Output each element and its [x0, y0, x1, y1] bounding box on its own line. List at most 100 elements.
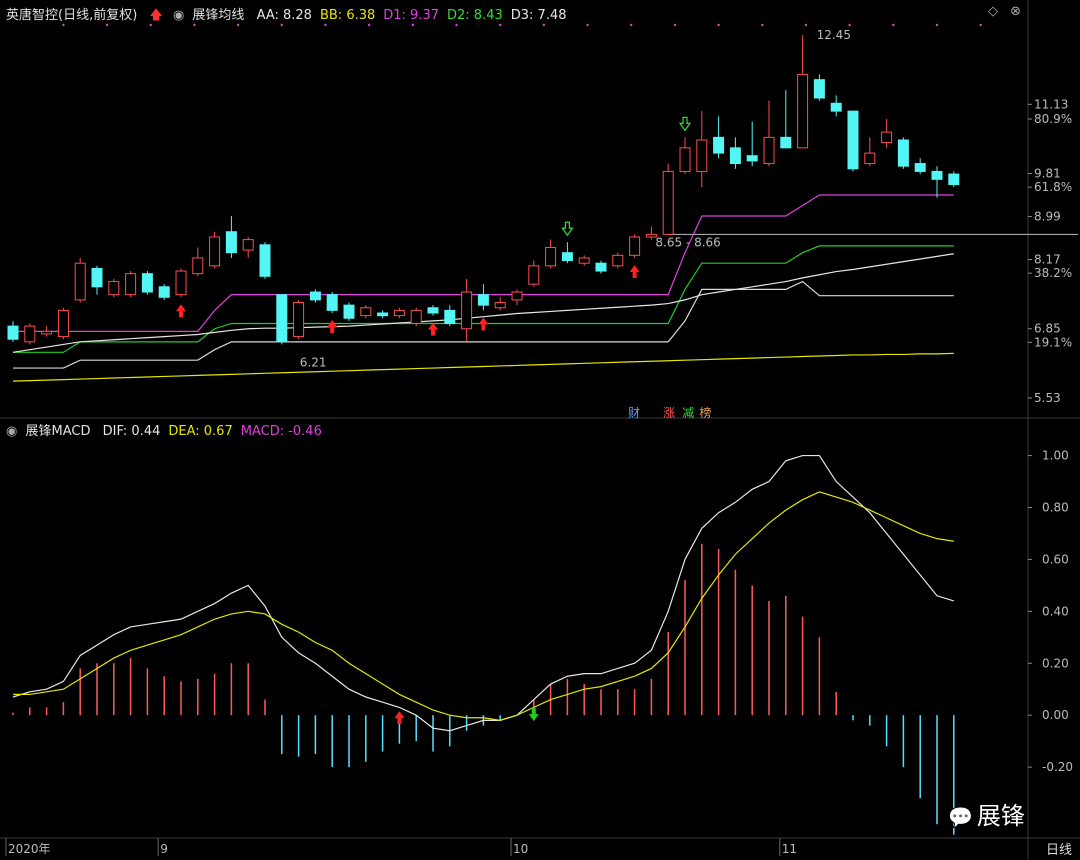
price-label: 8.99	[1034, 210, 1061, 224]
candle	[696, 139, 708, 172]
candle	[175, 270, 187, 296]
range-annotation: 8.65 - 8.66	[655, 235, 720, 249]
candle	[410, 309, 422, 324]
candle	[561, 252, 573, 262]
candle	[444, 309, 456, 324]
candle	[629, 236, 641, 256]
candle	[57, 309, 69, 338]
candle	[881, 131, 893, 144]
sell-arrow-icon	[678, 116, 692, 132]
buy-arrow-icon	[428, 322, 438, 336]
diamond-icon[interactable]: ◇	[988, 4, 998, 19]
price-label: 5.53	[1034, 391, 1061, 405]
buy-arrow-icon	[478, 317, 489, 331]
header-value-0: AA: 8.28	[256, 8, 312, 23]
top-dot	[761, 23, 764, 27]
candle	[7, 325, 19, 340]
badge-bang[interactable]: 榜	[697, 406, 713, 420]
top-dot	[673, 23, 677, 27]
top-dot	[630, 23, 633, 27]
top-dot	[848, 23, 851, 27]
macd-line-dif	[12, 454, 954, 732]
candle	[595, 262, 607, 272]
macd-line-dea	[13, 491, 954, 721]
sell-arrow-icon	[561, 221, 574, 237]
candle	[897, 139, 909, 167]
settings-dot-icon[interactable]: ◉	[173, 8, 184, 23]
date-label: 9	[160, 842, 168, 856]
candle	[108, 281, 120, 296]
candle	[158, 286, 170, 298]
candle	[276, 294, 288, 343]
buy-arrow-icon	[327, 320, 338, 333]
red-up-arrow-icon: 🡅	[149, 8, 163, 23]
price-label: 6.85	[1034, 322, 1061, 336]
close-icon[interactable]: ⊗	[1010, 4, 1021, 19]
macd-label: 0.80	[1042, 500, 1069, 514]
event-badges: 财 涨 减 榜	[626, 402, 713, 421]
candle	[360, 307, 372, 317]
candle	[528, 265, 540, 285]
top-dot	[892, 23, 895, 27]
candle	[494, 302, 506, 309]
candle	[914, 163, 926, 172]
candle	[91, 267, 103, 288]
macd-label: 0.20	[1042, 656, 1069, 670]
candle	[662, 170, 674, 235]
candle	[141, 273, 153, 293]
top-dot	[804, 23, 808, 27]
date-label: 2020年	[8, 842, 51, 856]
macd-label: -0.20	[1042, 760, 1073, 774]
candle	[192, 257, 204, 275]
candle	[797, 73, 809, 149]
candle	[293, 302, 305, 338]
candle	[24, 325, 36, 343]
candle	[746, 155, 758, 162]
buy-arrow-icon	[176, 304, 186, 318]
macd-label: 0.60	[1042, 552, 1069, 566]
stock-title[interactable]: 英唐智控(日线,前复权)	[6, 8, 137, 23]
macd-title[interactable]: 展锋MACD	[25, 424, 90, 439]
candle	[393, 309, 405, 317]
candle	[326, 294, 338, 311]
macd-header: ◉ 展锋MACD DIF: 0.44 DEA: 0.67 MACD: -0.46	[6, 420, 338, 439]
header-value-1: BB: 6.38	[319, 8, 376, 23]
candle	[813, 79, 825, 99]
candle	[948, 173, 960, 186]
candle	[511, 291, 523, 301]
macd-value-1: DEA: 0.67	[168, 424, 233, 439]
ma-line-d1	[13, 194, 954, 332]
top-dot	[586, 23, 589, 27]
top-dot	[935, 23, 939, 27]
top-dot	[717, 23, 720, 27]
price-label: 38.2%	[1034, 266, 1072, 280]
badge-zhang[interactable]: 涨	[661, 406, 677, 420]
candle	[830, 102, 842, 112]
header-controls: ◇ ⊗	[988, 4, 1029, 19]
header-value-2: D1: 9.37	[383, 8, 440, 23]
candle	[427, 307, 439, 314]
candle	[679, 147, 691, 172]
golden-cross-icon	[394, 711, 405, 725]
badge-jian[interactable]: 减	[680, 406, 696, 420]
death-cross-icon	[528, 708, 539, 722]
badge-cai[interactable]: 财	[626, 406, 642, 420]
macd-label: 1.00	[1042, 449, 1069, 463]
date-label: 11	[782, 842, 797, 856]
top-dot	[979, 23, 982, 27]
candle	[612, 254, 624, 267]
candle	[377, 312, 389, 317]
watermark: 💬 展锋	[948, 802, 1025, 830]
settings-dot-icon[interactable]: ◉	[6, 424, 17, 439]
indicator-title[interactable]: 展锋均线	[192, 8, 244, 23]
price-label: 80.9%	[1034, 112, 1072, 126]
wechat-icon: 💬	[948, 805, 973, 829]
ma-line-bb	[12, 352, 954, 382]
period-label[interactable]: 日线	[1046, 839, 1072, 858]
candle	[259, 244, 271, 277]
macd-value-2: MACD: -0.46	[240, 424, 322, 439]
macd-label: 0.40	[1042, 604, 1069, 618]
candle	[309, 291, 321, 301]
candle	[864, 152, 876, 165]
high-annotation: 12.45	[817, 28, 851, 42]
